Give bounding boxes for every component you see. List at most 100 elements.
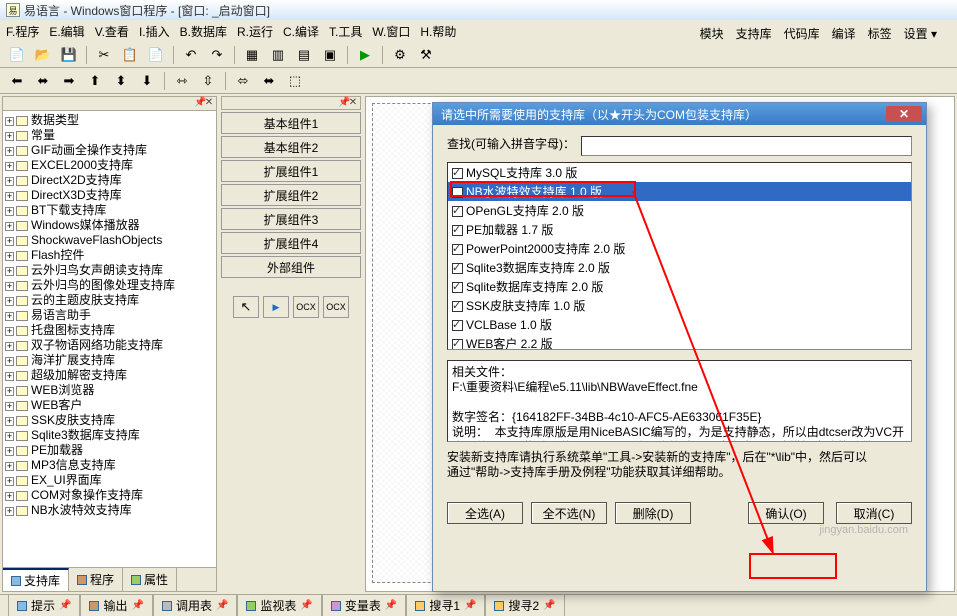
- tree-item[interactable]: +EX_UI界面库: [5, 473, 214, 488]
- rm-module[interactable]: 模块: [700, 25, 724, 42]
- play-icon[interactable]: ▶: [263, 296, 289, 318]
- btab-call[interactable]: 调用表📌: [153, 594, 237, 616]
- tree-item[interactable]: +EXCEL2000支持库: [5, 158, 214, 173]
- expand-icon[interactable]: +: [5, 327, 14, 336]
- expand-icon[interactable]: +: [5, 402, 14, 411]
- panel-close-icon[interactable]: ✕: [204, 97, 214, 110]
- expand-icon[interactable]: +: [5, 357, 14, 366]
- btab-output[interactable]: 输出📌: [80, 594, 152, 616]
- align-mid-icon[interactable]: ⬍: [110, 70, 132, 92]
- cut-icon[interactable]: ✂: [93, 44, 115, 66]
- tree-item[interactable]: +数据类型: [5, 113, 214, 128]
- expand-icon[interactable]: +: [5, 162, 14, 171]
- list-item[interactable]: WEB客户 2.2 版: [448, 334, 911, 350]
- menu-compile[interactable]: C.编译: [283, 23, 319, 40]
- tree-item[interactable]: +易语言助手: [5, 308, 214, 323]
- expand-icon[interactable]: +: [5, 177, 14, 186]
- tree-item[interactable]: +托盘图标支持库: [5, 323, 214, 338]
- copy-icon[interactable]: 📋: [119, 44, 141, 66]
- expand-icon[interactable]: +: [5, 282, 14, 291]
- tree-item[interactable]: +超级加解密支持库: [5, 368, 214, 383]
- dist-h-icon[interactable]: ⇿: [171, 70, 193, 92]
- btab-tips[interactable]: 提示📌: [8, 594, 80, 616]
- tree-item[interactable]: +Windows媒体播放器: [5, 218, 214, 233]
- menu-program[interactable]: F.程序: [6, 23, 39, 40]
- comp-basic-2[interactable]: 基本组件2: [221, 136, 361, 158]
- expand-icon[interactable]: +: [5, 222, 14, 231]
- align-left-icon[interactable]: ⬅: [6, 70, 28, 92]
- panel-pin-icon[interactable]: 📌: [338, 97, 348, 109]
- same-size-icon[interactable]: ⬚: [284, 70, 306, 92]
- expand-icon[interactable]: +: [5, 207, 14, 216]
- comp-ext-2[interactable]: 扩展组件2: [221, 184, 361, 206]
- menu-run[interactable]: R.运行: [237, 23, 273, 40]
- new-icon[interactable]: 📄: [6, 44, 28, 66]
- tab-properties[interactable]: 属性: [123, 568, 177, 591]
- pin-icon[interactable]: 📌: [300, 600, 312, 611]
- align-right-icon[interactable]: ➡: [58, 70, 80, 92]
- close-icon[interactable]: ✕: [886, 106, 922, 122]
- menu-database[interactable]: B.数据库: [180, 23, 227, 40]
- rm-settings[interactable]: 设置 ▾: [904, 25, 937, 42]
- tree-item[interactable]: +云的主题皮肤支持库: [5, 293, 214, 308]
- comp-ext-1[interactable]: 扩展组件1: [221, 160, 361, 182]
- tree-item[interactable]: +DirectX2D支持库: [5, 173, 214, 188]
- checkbox[interactable]: [452, 244, 463, 255]
- ocx1-button[interactable]: OCX: [293, 296, 319, 318]
- tree-item[interactable]: +GIF动画全操作支持库: [5, 143, 214, 158]
- align-center-icon[interactable]: ⬌: [32, 70, 54, 92]
- tree-item[interactable]: +WEB浏览器: [5, 383, 214, 398]
- panel-close-icon[interactable]: ✕: [348, 97, 358, 109]
- delete-button[interactable]: 删除(D): [615, 502, 691, 524]
- pin-icon[interactable]: 📌: [59, 600, 71, 611]
- btab-search1[interactable]: 搜寻1📌: [406, 594, 485, 616]
- expand-icon[interactable]: +: [5, 387, 14, 396]
- tree-item[interactable]: +BT下载支持库: [5, 203, 214, 218]
- expand-icon[interactable]: +: [5, 477, 14, 486]
- redo-icon[interactable]: ↷: [206, 44, 228, 66]
- save-icon[interactable]: 💾: [58, 44, 80, 66]
- tab-program[interactable]: 程序: [69, 568, 123, 591]
- expand-icon[interactable]: +: [5, 462, 14, 471]
- menu-edit[interactable]: E.编辑: [49, 23, 84, 40]
- menu-view[interactable]: V.查看: [95, 23, 129, 40]
- checkbox[interactable]: [452, 263, 463, 274]
- expand-icon[interactable]: +: [5, 192, 14, 201]
- support-lib-tree[interactable]: +数据类型+常量+GIF动画全操作支持库+EXCEL2000支持库+Direct…: [3, 111, 216, 567]
- align-bottom-icon[interactable]: ⬇: [136, 70, 158, 92]
- tree-item[interactable]: +WEB客户: [5, 398, 214, 413]
- checkbox[interactable]: [452, 187, 463, 198]
- cancel-button[interactable]: 取消(C): [836, 502, 912, 524]
- expand-icon[interactable]: +: [5, 447, 14, 456]
- tree-item[interactable]: +COM对象操作支持库: [5, 488, 214, 503]
- btab-watch[interactable]: 监视表📌: [237, 594, 321, 616]
- tab-support-lib[interactable]: 支持库: [3, 568, 69, 591]
- list-item[interactable]: NB水波特效支持库 1.0 版: [448, 182, 911, 201]
- dist-v-icon[interactable]: ⇳: [197, 70, 219, 92]
- select-none-button[interactable]: 全不选(N): [531, 502, 607, 524]
- ok-button[interactable]: 确认(O): [748, 502, 824, 524]
- list-item[interactable]: SSK皮肤支持库 1.0 版: [448, 296, 911, 315]
- comp-ext-3[interactable]: 扩展组件3: [221, 208, 361, 230]
- panel-pin-icon[interactable]: 📌: [194, 97, 204, 110]
- list-item[interactable]: VCLBase 1.0 版: [448, 315, 911, 334]
- comp-basic-1[interactable]: 基本组件1: [221, 112, 361, 134]
- build2-icon[interactable]: ⚒: [415, 44, 437, 66]
- undo-icon[interactable]: ↶: [180, 44, 202, 66]
- layout-icon[interactable]: ▦: [241, 44, 263, 66]
- build-icon[interactable]: ⚙: [389, 44, 411, 66]
- expand-icon[interactable]: +: [5, 417, 14, 426]
- layout3-icon[interactable]: ▤: [293, 44, 315, 66]
- menu-help[interactable]: H.帮助: [420, 23, 456, 40]
- pin-icon[interactable]: 📌: [216, 600, 228, 611]
- tree-item[interactable]: +SSK皮肤支持库: [5, 413, 214, 428]
- tree-item[interactable]: +双子物语网络功能支持库: [5, 338, 214, 353]
- pin-icon[interactable]: 📌: [543, 600, 555, 611]
- menu-insert[interactable]: I.插入: [139, 23, 170, 40]
- tree-item[interactable]: +MP3信息支持库: [5, 458, 214, 473]
- expand-icon[interactable]: +: [5, 132, 14, 141]
- rm-compile[interactable]: 编译: [832, 25, 856, 42]
- checkbox[interactable]: [452, 206, 463, 217]
- rm-code[interactable]: 代码库: [784, 25, 820, 42]
- paste-icon[interactable]: 📄: [145, 44, 167, 66]
